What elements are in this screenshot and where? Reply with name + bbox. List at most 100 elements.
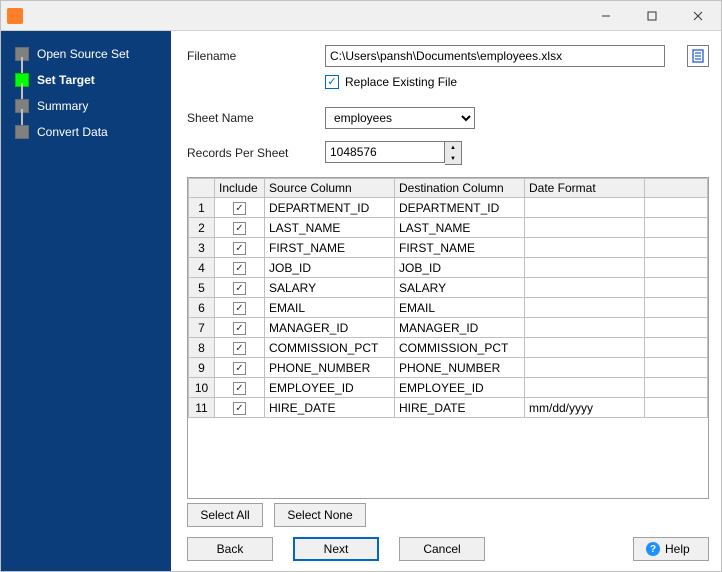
date-format-header[interactable]: Date Format (525, 179, 645, 198)
date-format-cell[interactable] (525, 318, 645, 338)
include-checkbox[interactable]: ✓ (233, 402, 246, 415)
filename-input[interactable] (325, 45, 665, 67)
table-row[interactable]: 10✓EMPLOYEE_IDEMPLOYEE_ID (189, 378, 708, 398)
destination-column-cell[interactable]: EMAIL (395, 298, 525, 318)
minimize-button[interactable] (583, 1, 629, 31)
include-cell[interactable]: ✓ (215, 318, 265, 338)
row-number-cell: 8 (189, 338, 215, 358)
include-checkbox[interactable]: ✓ (233, 202, 246, 215)
destination-column-cell[interactable]: FIRST_NAME (395, 238, 525, 258)
include-checkbox[interactable]: ✓ (233, 282, 246, 295)
wizard-step[interactable]: Summary (1, 93, 171, 119)
date-format-cell[interactable] (525, 338, 645, 358)
table-row[interactable]: 4 ✓ JOB_IDJOB_ID (189, 258, 708, 278)
destination-column-cell[interactable]: COMMISSION_PCT (395, 338, 525, 358)
source-column-cell[interactable]: FIRST_NAME (265, 238, 395, 258)
destination-column-cell[interactable]: EMPLOYEE_ID (395, 378, 525, 398)
date-format-cell[interactable] (525, 378, 645, 398)
columns-grid[interactable]: Include Source Column Destination Column… (187, 177, 709, 499)
next-button[interactable]: Next (293, 537, 379, 561)
table-row[interactable]: 5✓SALARYSALARY (189, 278, 708, 298)
wizard-step[interactable]: Open Source Set (1, 41, 171, 67)
date-format-cell[interactable] (525, 218, 645, 238)
date-format-cell[interactable]: mm/dd/yyyy (525, 398, 645, 418)
destination-column-cell[interactable]: MANAGER_ID (395, 318, 525, 338)
table-row[interactable]: 11✓HIRE_DATEHIRE_DATEmm/dd/yyyy (189, 398, 708, 418)
include-checkbox[interactable]: ✓ (233, 262, 246, 275)
back-button[interactable]: Back (187, 537, 273, 561)
date-format-cell[interactable] (525, 198, 645, 218)
destination-column-cell[interactable]: PHONE_NUMBER (395, 358, 525, 378)
source-column-cell[interactable]: MANAGER_ID (265, 318, 395, 338)
cancel-button[interactable]: Cancel (399, 537, 485, 561)
table-row[interactable]: 8 ✓ COMMISSION_PCTCOMMISSION_PCT (189, 338, 708, 358)
include-checkbox[interactable]: ✓ (233, 322, 246, 335)
app-icon (7, 8, 23, 24)
include-cell[interactable]: ✓ (215, 218, 265, 238)
titlebar (1, 1, 721, 31)
destination-column-cell[interactable]: JOB_ID (395, 258, 525, 278)
date-format-cell[interactable] (525, 238, 645, 258)
date-format-cell[interactable] (525, 278, 645, 298)
select-all-button[interactable]: Select All (187, 503, 263, 527)
destination-column-header[interactable]: Destination Column (395, 179, 525, 198)
browse-button[interactable] (687, 45, 709, 67)
include-cell[interactable]: ✓ (215, 278, 265, 298)
help-button[interactable]: ? Help (633, 537, 709, 561)
include-cell[interactable]: ✓ (215, 298, 265, 318)
source-column-cell[interactable]: JOB_ID (265, 258, 395, 278)
date-format-cell[interactable] (525, 258, 645, 278)
source-column-cell[interactable]: COMMISSION_PCT (265, 338, 395, 358)
row-number-cell: 9 (189, 358, 215, 378)
records-per-sheet-input[interactable] (325, 141, 445, 163)
include-cell[interactable]: ✓ (215, 398, 265, 418)
include-checkbox[interactable]: ✓ (233, 382, 246, 395)
source-column-cell[interactable]: HIRE_DATE (265, 398, 395, 418)
destination-column-cell[interactable]: SALARY (395, 278, 525, 298)
sheet-name-select[interactable]: employees (325, 107, 475, 129)
maximize-button[interactable] (629, 1, 675, 31)
destination-column-cell[interactable]: DEPARTMENT_ID (395, 198, 525, 218)
table-row[interactable]: 2✓LAST_NAMELAST_NAME (189, 218, 708, 238)
replace-file-checkbox[interactable]: ✓ (325, 75, 339, 89)
include-cell[interactable]: ✓ (215, 338, 265, 358)
include-checkbox[interactable]: ✓ (233, 242, 246, 255)
source-column-cell[interactable]: EMAIL (265, 298, 395, 318)
include-cell[interactable]: ✓ (215, 378, 265, 398)
step-marker-icon (15, 125, 29, 139)
table-row[interactable]: 6✓EMAILEMAIL (189, 298, 708, 318)
include-cell[interactable]: ✓ (215, 198, 265, 218)
source-column-cell[interactable]: LAST_NAME (265, 218, 395, 238)
select-none-button[interactable]: Select None (274, 503, 365, 527)
close-button[interactable] (675, 1, 721, 31)
source-column-cell[interactable]: EMPLOYEE_ID (265, 378, 395, 398)
include-checkbox[interactable]: ✓ (233, 342, 246, 355)
include-checkbox[interactable]: ✓ (233, 302, 246, 315)
source-column-cell[interactable]: SALARY (265, 278, 395, 298)
destination-column-cell[interactable]: HIRE_DATE (395, 398, 525, 418)
source-column-header[interactable]: Source Column (265, 179, 395, 198)
date-format-cell[interactable] (525, 358, 645, 378)
records-spin-up[interactable]: ▲ (445, 142, 461, 153)
table-row[interactable]: 3✓FIRST_NAMEFIRST_NAME (189, 238, 708, 258)
source-column-cell[interactable]: PHONE_NUMBER (265, 358, 395, 378)
replace-file-label: Replace Existing File (345, 75, 457, 89)
step-label: Summary (37, 99, 88, 113)
include-cell[interactable]: ✓ (215, 358, 265, 378)
source-column-cell[interactable]: DEPARTMENT_ID (265, 198, 395, 218)
records-spin-down[interactable]: ▼ (445, 153, 461, 164)
include-header[interactable]: Include (215, 179, 265, 198)
table-row[interactable]: 1✓DEPARTMENT_IDDEPARTMENT_ID (189, 198, 708, 218)
table-row[interactable]: 7✓MANAGER_IDMANAGER_ID (189, 318, 708, 338)
include-checkbox[interactable]: ✓ (233, 362, 246, 375)
date-format-cell[interactable] (525, 298, 645, 318)
wizard-step[interactable]: Set Target (1, 67, 171, 93)
row-number-cell: 4 (189, 258, 215, 278)
include-checkbox[interactable]: ✓ (233, 222, 246, 235)
destination-column-cell[interactable]: LAST_NAME (395, 218, 525, 238)
table-row[interactable]: 9 ✓ PHONE_NUMBERPHONE_NUMBER (189, 358, 708, 378)
include-cell[interactable]: ✓ (215, 238, 265, 258)
wizard-step[interactable]: Convert Data (1, 119, 171, 145)
include-cell[interactable]: ✓ (215, 258, 265, 278)
wizard-sidebar: Open Source SetSet Target Summary Convert … (1, 31, 171, 571)
